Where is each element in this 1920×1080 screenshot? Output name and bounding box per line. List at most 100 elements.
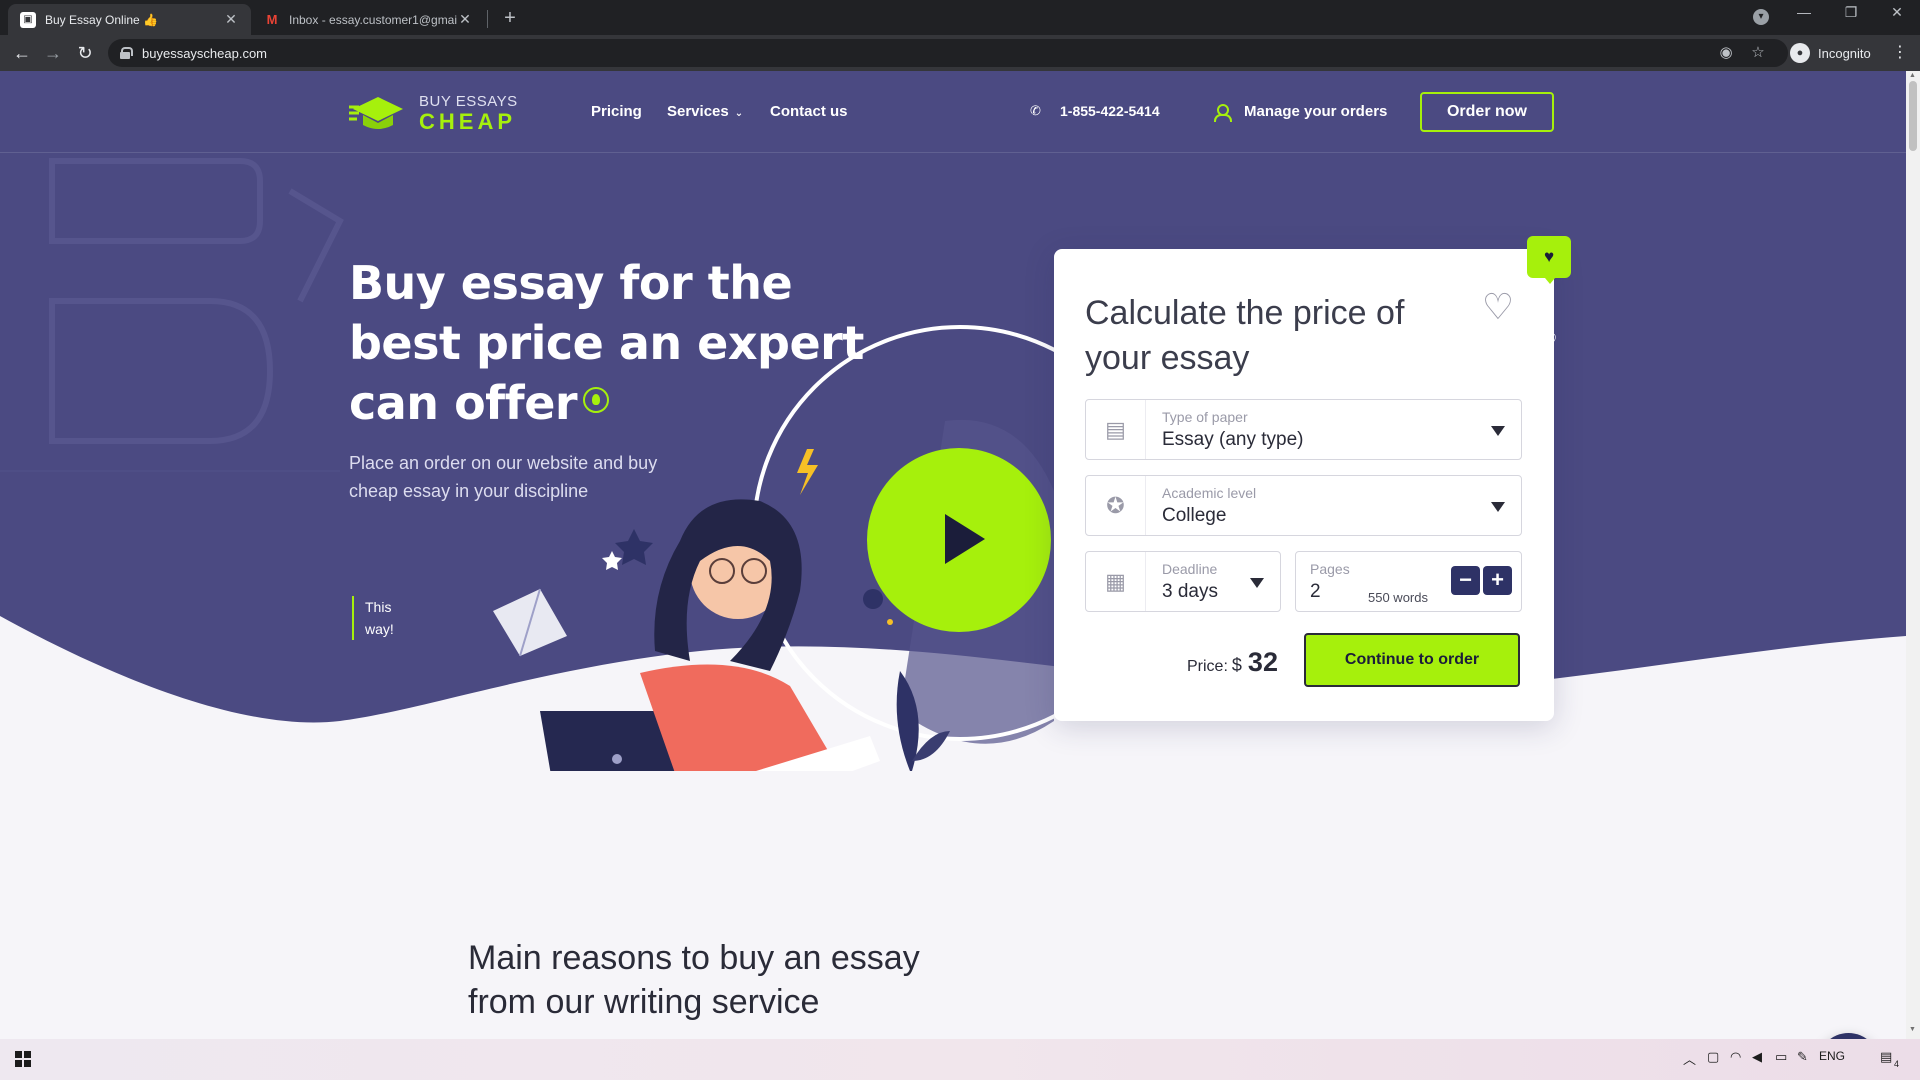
section-heading: Main reasons to buy an essay from our wr… — [468, 936, 920, 1024]
graduation-cap-logo-icon — [349, 97, 403, 129]
small-heart-icon: ♡ — [1538, 329, 1558, 354]
phone-icon: ✆ — [1030, 103, 1041, 118]
nav-services[interactable]: Services ⌄ — [667, 103, 743, 120]
caret-down-icon — [1491, 426, 1505, 436]
price-calculator: Calculate the price of your essay ♡ ▤ Ty… — [1054, 249, 1554, 721]
academic-level-select[interactable]: ✪ Academic level College — [1085, 475, 1522, 536]
fire-icon — [583, 387, 610, 413]
reload-icon[interactable]: ↻ — [72, 40, 98, 66]
deadline-value: 3 days — [1162, 581, 1218, 602]
tab-separator — [487, 10, 488, 28]
tab-search-icon[interactable]: ▾ — [1753, 9, 1769, 25]
new-tab-button[interactable]: + — [497, 6, 523, 30]
nav-pricing[interactable]: Pricing — [591, 103, 642, 120]
this-way-hint: This way! — [352, 596, 394, 640]
incognito-icon: ● — [1790, 43, 1810, 63]
site-favicon-icon: ▣ — [20, 11, 36, 28]
battery-saver-icon[interactable]: ▢ — [1707, 1049, 1719, 1065]
order-now-button[interactable]: Order now — [1420, 92, 1554, 132]
price-currency: $ — [1231, 655, 1242, 675]
scroll-down-icon[interactable]: ▼ — [1909, 1026, 1916, 1033]
price-amount: 32 — [1247, 647, 1278, 677]
back-icon[interactable]: ← — [9, 40, 35, 66]
logo-text-bottom: CHEAP — [419, 108, 517, 134]
section-heading-line-1: Main reasons to buy an essay — [468, 939, 920, 977]
caret-down-icon — [1491, 502, 1505, 512]
tab-gmail-inbox[interactable]: M Inbox - essay.customer1@gmail. ✕ — [252, 4, 485, 35]
play-video-button[interactable] — [867, 448, 1051, 632]
volume-icon[interactable]: ◀︎ — [1752, 1049, 1762, 1065]
close-window-button[interactable]: ✕ — [1882, 4, 1912, 21]
deadline-select[interactable]: ▦ Deadline 3 days — [1085, 551, 1281, 612]
hero-subtitle: Place an order on our website and buy ch… — [349, 453, 658, 501]
notification-count-badge: 4 — [1894, 1059, 1900, 1069]
hero-title-line-2: best price an expert — [349, 316, 864, 370]
hero-background — [0, 71, 1906, 771]
pages-label: Pages — [1310, 561, 1350, 577]
caret-down-icon — [1250, 578, 1264, 588]
tab-title: Buy Essay Online 👍 — [45, 12, 158, 27]
tab-title: Inbox - essay.customer1@gmail. — [289, 12, 457, 27]
heart-badge-icon: ♥ — [1527, 236, 1571, 284]
manage-orders-label: Manage your orders — [1244, 103, 1388, 120]
wifi-icon[interactable]: ◠ — [1730, 1049, 1741, 1065]
academic-level-label: Academic level — [1162, 485, 1257, 501]
scrollbar-thumb[interactable] — [1909, 81, 1917, 151]
url-text: buyessayscheap.com — [142, 45, 268, 61]
browser-toolbar: ← → ↻ buyessayscheap.com ◉ ☆ ● Incognito… — [0, 35, 1920, 71]
browser-menu-icon[interactable]: ⋮ — [1890, 40, 1910, 66]
logo-text-top: BUY ESSAYS — [419, 92, 518, 110]
forward-icon[interactable]: → — [40, 40, 66, 66]
close-tab-icon[interactable]: ✕ — [223, 11, 239, 28]
incognito-label: Incognito — [1818, 45, 1871, 61]
increase-pages-button[interactable]: + — [1483, 566, 1512, 595]
windows-taskbar: ︿ ▢ ◠ ◀︎ ▭ ✎ ENG ▤ 4 — [0, 1039, 1920, 1080]
pages-field[interactable]: Pages 2 550 words − + — [1295, 551, 1522, 612]
hero-title-line-3: can offer — [349, 376, 578, 430]
gmail-icon: M — [266, 12, 278, 27]
type-of-paper-select[interactable]: ▤ Type of paper Essay (any type) — [1085, 399, 1522, 460]
pen-icon[interactable]: ✎ — [1797, 1049, 1808, 1065]
nav-contact-us[interactable]: Contact us — [770, 103, 848, 120]
continue-to-order-button[interactable]: Continue to order — [1304, 633, 1520, 687]
calculator-title: Calculate the price of your essay — [1085, 294, 1405, 377]
user-icon — [1214, 103, 1232, 122]
calendar-icon: ▦ — [1086, 552, 1146, 611]
section-heading-line-2: from our writing service — [468, 983, 820, 1021]
phone-link[interactable]: ✆ 1-855-422-5414 — [1030, 103, 1160, 119]
scroll-up-icon[interactable]: ▲ — [1909, 72, 1916, 79]
heart-outline-icon: ♡ — [1481, 286, 1515, 327]
award-icon: ✪ — [1086, 476, 1146, 535]
lock-icon — [120, 47, 133, 59]
incognito-indicator[interactable]: ● Incognito — [1790, 40, 1871, 66]
address-bar[interactable]: buyessayscheap.com ◉ ☆ — [108, 39, 1788, 67]
minimize-button[interactable]: — — [1789, 4, 1819, 20]
restore-button[interactable]: ❐ — [1836, 4, 1866, 21]
type-of-paper-label: Type of paper — [1162, 409, 1248, 425]
windows-start-icon[interactable] — [15, 1051, 31, 1067]
manage-orders-link[interactable]: Manage your orders — [1214, 103, 1388, 122]
chevron-down-icon: ⌄ — [734, 108, 744, 119]
battery-icon[interactable]: ▭ — [1775, 1049, 1787, 1065]
site-logo[interactable]: BUY ESSAYS CHEAP — [349, 93, 518, 133]
eye-off-icon[interactable]: ◉ — [1714, 43, 1738, 61]
deadline-label: Deadline — [1162, 561, 1218, 577]
site-header: BUY ESSAYS CHEAP Pricing Services ⌄ Conta… — [0, 71, 1906, 153]
page-scrollbar[interactable]: ▲ ▼ — [1906, 71, 1920, 1039]
this-way-line-1: This — [365, 599, 392, 615]
notifications-icon[interactable]: ▤ — [1880, 1049, 1892, 1065]
hero-title-line-1: Buy essay for the — [349, 256, 793, 310]
price-display: Price: $32 — [1187, 647, 1278, 678]
page-viewport: BUY ESSAYS CHEAP Pricing Services ⌄ Conta… — [0, 71, 1906, 1039]
bookmark-star-icon[interactable]: ☆ — [1746, 43, 1770, 61]
pages-value[interactable]: 2 — [1310, 581, 1321, 603]
academic-level-value: College — [1162, 505, 1227, 526]
tab-buy-essay[interactable]: ▣ Buy Essay Online 👍 ✕ — [8, 4, 251, 35]
close-tab-icon[interactable]: ✕ — [457, 11, 473, 28]
show-hidden-icons-icon[interactable]: ︿ — [1683, 1049, 1696, 1068]
nav-services-label: Services — [667, 103, 729, 120]
language-indicator[interactable]: ENG — [1819, 1049, 1845, 1063]
decrease-pages-button[interactable]: − — [1451, 566, 1480, 595]
document-icon: ▤ — [1086, 400, 1146, 459]
browser-tab-bar: ▣ Buy Essay Online 👍 ✕ M Inbox - essay.c… — [0, 0, 1920, 35]
